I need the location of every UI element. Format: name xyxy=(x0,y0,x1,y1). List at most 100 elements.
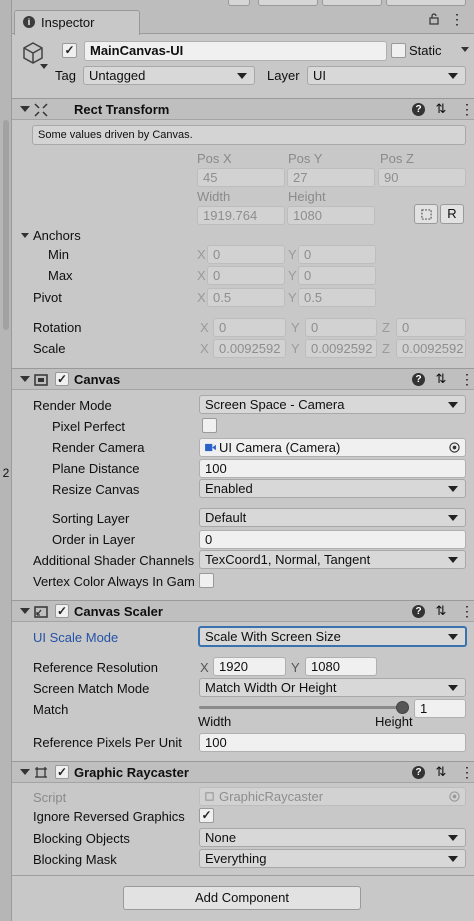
canvas-header[interactable]: ✓ Canvas ? ⇅ ⋮ xyxy=(12,368,474,390)
screen-match-mode-dropdown[interactable]: Match Width Or Height xyxy=(199,678,466,697)
axis-y-label: Y xyxy=(291,660,300,675)
check-icon: ✓ xyxy=(56,372,68,386)
inspector-menu-icon[interactable]: ⋮ xyxy=(450,12,464,26)
help-icon[interactable]: ? xyxy=(412,605,425,618)
ui-scale-mode-dropdown[interactable]: Scale With Screen Size xyxy=(198,626,467,647)
blocking-mask-dropdown[interactable]: Everything xyxy=(199,849,466,868)
pos-z-field[interactable]: 90 xyxy=(378,168,466,187)
render-mode-dropdown[interactable]: Screen Space - Camera xyxy=(199,395,466,414)
match-slider-thumb[interactable] xyxy=(396,701,409,714)
help-icon[interactable]: ? xyxy=(412,766,425,779)
rotation-y-field[interactable]: 0 xyxy=(305,318,377,337)
height-field[interactable]: 1080 xyxy=(287,206,375,225)
shader-channels-dropdown[interactable]: TexCoord1, Normal, Tangent xyxy=(199,550,466,569)
tag-dropdown[interactable]: Untagged xyxy=(83,66,255,85)
canvas-scaler-header[interactable]: ✓ Canvas Scaler ? ⇅ ⋮ xyxy=(12,600,474,622)
help-icon[interactable]: ? xyxy=(412,103,425,116)
presets-icon[interactable]: ⇅ xyxy=(434,372,448,386)
pivot-x-field[interactable]: 0.5 xyxy=(207,288,285,307)
vertex-color-toggle[interactable] xyxy=(199,573,214,588)
sorting-layer-dropdown[interactable]: Default xyxy=(199,508,466,527)
graphic-raycaster-enabled-toggle[interactable]: ✓ xyxy=(55,765,69,779)
width-label: Width xyxy=(197,189,231,204)
component-menu-icon[interactable]: ⋮ xyxy=(460,604,474,618)
match-value-field[interactable]: 1 xyxy=(414,699,466,718)
foldout-arrow-icon[interactable] xyxy=(20,608,30,614)
ignore-reversed-toggle[interactable]: ✓ xyxy=(199,808,214,823)
reference-resolution-x-field[interactable]: 1920 xyxy=(213,657,286,676)
axis-x-label: X xyxy=(200,660,209,675)
match-slider-track[interactable] xyxy=(199,706,409,709)
help-icon[interactable]: ? xyxy=(412,373,425,386)
foldout-arrow-icon[interactable] xyxy=(20,376,30,382)
gameobject-cube-icon xyxy=(23,42,43,64)
ui-scale-mode-label: UI Scale Mode xyxy=(33,630,119,645)
render-mode-label: Render Mode xyxy=(33,398,112,413)
presets-icon[interactable]: ⇅ xyxy=(434,604,448,618)
foldout-arrow-icon[interactable] xyxy=(20,106,30,112)
anchor-min-y-field[interactable]: 0 xyxy=(298,245,376,264)
axis-y-label: Y xyxy=(288,247,297,262)
static-toggle[interactable] xyxy=(391,43,406,58)
anchor-max-x-field[interactable]: 0 xyxy=(207,266,285,285)
presets-icon[interactable]: ⇅ xyxy=(434,765,448,779)
resize-canvas-dropdown[interactable]: Enabled xyxy=(199,479,466,498)
axis-y-label: Y xyxy=(291,341,300,356)
reference-ppu-field[interactable]: 100 xyxy=(199,733,466,752)
blocking-objects-dropdown[interactable]: None xyxy=(199,828,466,847)
pos-x-field[interactable]: 45 xyxy=(197,168,285,187)
axis-y-label: Y xyxy=(288,268,297,283)
pivot-y-field[interactable]: 0.5 xyxy=(298,288,376,307)
object-name-field[interactable]: MainCanvas-UI xyxy=(84,41,387,61)
pos-z-label: Pos Z xyxy=(380,151,414,166)
order-in-layer-label: Order in Layer xyxy=(52,532,136,547)
canvas-scaler-enabled-toggle[interactable]: ✓ xyxy=(55,604,69,618)
foldout-arrow-icon[interactable] xyxy=(20,769,30,775)
component-menu-icon[interactable]: ⋮ xyxy=(460,102,474,116)
reference-resolution-y-field[interactable]: 1080 xyxy=(305,657,377,676)
object-picker-icon[interactable] xyxy=(449,442,460,453)
plane-distance-field[interactable]: 100 xyxy=(199,459,466,478)
axis-x-label: X xyxy=(200,341,209,356)
scale-label: Scale xyxy=(33,341,66,356)
anchor-min-x-field[interactable]: 0 xyxy=(207,245,285,264)
screen-match-mode-label: Screen Match Mode xyxy=(33,681,150,696)
check-icon: ✓ xyxy=(201,808,212,822)
scale-x-field[interactable]: 0.0092592 xyxy=(213,339,286,358)
rotation-z-field[interactable]: 0 xyxy=(396,318,466,337)
pos-y-field[interactable]: 27 xyxy=(287,168,375,187)
pixel-perfect-toggle[interactable] xyxy=(202,418,217,433)
icon-dropdown-arrow[interactable] xyxy=(40,64,48,69)
anchors-foldout-icon[interactable] xyxy=(21,233,29,238)
add-component-button[interactable]: Add Component xyxy=(123,886,361,910)
tab-inspector[interactable]: i Inspector xyxy=(14,10,140,35)
canvas-enabled-toggle[interactable]: ✓ xyxy=(55,372,69,386)
anchors-label: Anchors xyxy=(33,228,81,243)
scrollbar-thumb[interactable] xyxy=(3,120,9,330)
presets-icon[interactable]: ⇅ xyxy=(434,102,448,116)
component-menu-icon[interactable]: ⋮ xyxy=(460,372,474,386)
layer-dropdown[interactable]: UI xyxy=(307,66,466,85)
plane-distance-label: Plane Distance xyxy=(52,461,140,476)
static-dropdown-arrow[interactable] xyxy=(461,47,469,52)
toolbar-stub xyxy=(386,0,466,6)
lock-icon[interactable] xyxy=(428,13,440,25)
render-camera-field[interactable]: UI Camera (Camera) xyxy=(199,438,466,457)
raw-edit-button[interactable]: R xyxy=(440,204,464,224)
scale-y-field[interactable]: 0.0092592 xyxy=(305,339,377,358)
graphic-raycaster-header[interactable]: ✓ Graphic Raycaster ? ⇅ ⋮ xyxy=(12,761,474,783)
anchor-max-y-field[interactable]: 0 xyxy=(298,266,376,285)
rotation-x-field[interactable]: 0 xyxy=(213,318,286,337)
rect-transform-header[interactable]: Rect Transform ? ⇅ ⋮ xyxy=(12,98,474,120)
width-field[interactable]: 1919.764 xyxy=(197,206,285,225)
scale-z-field[interactable]: 0.0092592 xyxy=(396,339,466,358)
match-width-caption: Width xyxy=(198,714,232,729)
reference-resolution-label: Reference Resolution xyxy=(33,660,159,675)
component-menu-icon[interactable]: ⋮ xyxy=(460,765,474,779)
blueprint-mode-button[interactable] xyxy=(414,204,438,224)
order-in-layer-field[interactable]: 0 xyxy=(199,530,466,549)
active-toggle[interactable]: ✓ xyxy=(62,43,77,58)
left-panel-edge: 2 xyxy=(0,0,12,921)
rect-transform-icon xyxy=(34,103,48,117)
check-icon: ✓ xyxy=(56,765,68,779)
